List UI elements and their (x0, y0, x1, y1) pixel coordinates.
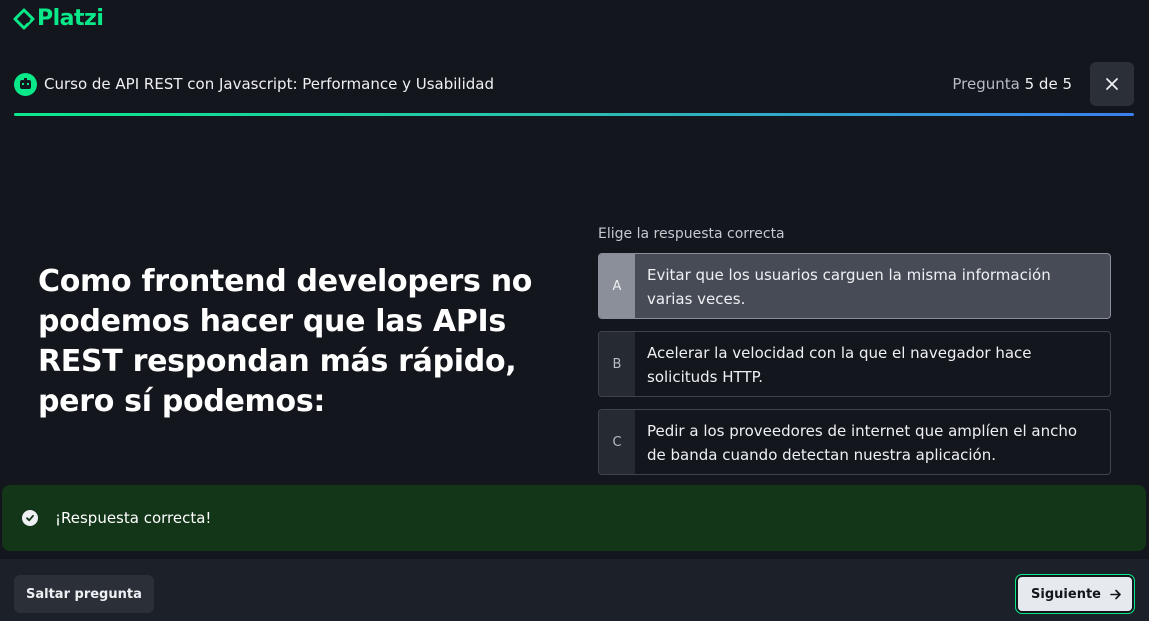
check-circle-icon (22, 510, 38, 526)
question-text: Como frontend developers no podemos hace… (38, 264, 533, 419)
quiz-progress-fill (14, 113, 1134, 116)
answer-option-c[interactable]: C Pedir a los proveedores de internet qu… (598, 409, 1111, 475)
question-counter-value: 5 de 5 (1024, 75, 1072, 93)
option-text: Acelerar la velocidad con la que el nave… (647, 344, 1032, 386)
question-counter-prefix: Pregunta (952, 75, 1020, 93)
answer-option-a[interactable]: A Evitar que los usuarios carguen la mis… (598, 253, 1111, 319)
quiz-footer: Saltar pregunta Siguiente (0, 559, 1149, 621)
option-text: Evitar que los usuarios carguen la misma… (647, 266, 1051, 308)
question-counter: Pregunta 5 de 5 (952, 75, 1072, 93)
close-icon (1106, 78, 1118, 90)
answer-options: A Evitar que los usuarios carguen la mis… (598, 253, 1111, 487)
next-button-label: Siguiente (1031, 586, 1101, 602)
quiz-header: Curso de API REST con Javascript: Perfor… (14, 62, 1134, 106)
answer-option-b[interactable]: B Acelerar la velocidad con la que el na… (598, 331, 1111, 397)
quiz-progress-bar (14, 113, 1134, 116)
course-badge-icon (14, 72, 37, 96)
feedback-text: ¡Respuesta correcta! (55, 509, 212, 527)
answers-instruction: Elige la respuesta correcta (598, 226, 785, 242)
option-letter: B (599, 332, 635, 396)
arrow-right-icon (1110, 589, 1121, 599)
option-letter: A (599, 254, 635, 318)
feedback-banner: ¡Respuesta correcta! (2, 485, 1146, 551)
option-text: Pedir a los proveedores de internet que … (647, 422, 1078, 464)
skip-question-button[interactable]: Saltar pregunta (14, 575, 154, 613)
platzi-logo-icon (13, 8, 35, 29)
course-title: Curso de API REST con Javascript: Perfor… (44, 75, 494, 93)
option-letter: C (599, 410, 635, 474)
platzi-logo-text: Platzi (37, 6, 104, 31)
platzi-logo[interactable]: Platzi (13, 6, 104, 31)
close-button[interactable] (1090, 62, 1134, 106)
next-button[interactable]: Siguiente (1015, 574, 1135, 614)
